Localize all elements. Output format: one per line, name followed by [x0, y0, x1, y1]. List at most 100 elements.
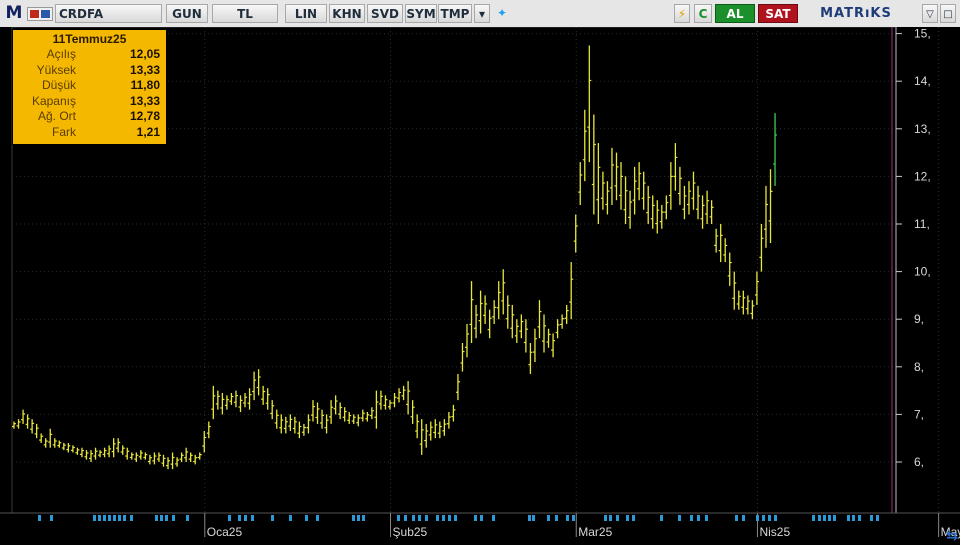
event-marker — [160, 515, 163, 521]
event-marker — [492, 515, 495, 521]
event-marker — [690, 515, 693, 521]
currency-button[interactable]: TL — [212, 4, 278, 23]
khn-button[interactable]: KHN — [329, 4, 365, 23]
event-marker — [474, 515, 477, 521]
info-row-close: Kapanış 13,33 — [13, 94, 166, 110]
info-row-high: Yüksek 13,33 — [13, 63, 166, 79]
event-marker — [697, 515, 700, 521]
x-tick-label: Mar25 — [578, 525, 612, 539]
y-tick-label: 6, — [914, 455, 924, 469]
info-value: 12,78 — [129, 109, 160, 123]
event-marker — [271, 515, 274, 521]
info-value: 12,05 — [129, 47, 160, 61]
event-marker — [604, 515, 607, 521]
event-marker — [93, 515, 96, 521]
event-marker — [555, 515, 558, 521]
event-marker — [123, 515, 126, 521]
event-marker — [98, 515, 101, 521]
event-marker — [678, 515, 681, 521]
flag-icon[interactable] — [27, 7, 53, 21]
event-marker — [626, 515, 629, 521]
brand-logo: MATRıKS — [820, 6, 892, 21]
buy-button[interactable]: AL — [715, 4, 755, 23]
event-marker — [436, 515, 439, 521]
x-axis: Oca25Şub25Mar25Nis25May25Haz25Tem25 — [0, 512, 960, 545]
y-tick-label: 10, — [914, 265, 931, 279]
event-marker — [418, 515, 421, 521]
info-label: Fark — [52, 124, 76, 139]
event-marker — [768, 515, 771, 521]
event-marker — [103, 515, 106, 521]
event-marker — [118, 515, 121, 521]
event-marker — [812, 515, 815, 521]
info-label: Açılış — [46, 47, 76, 61]
y-tick-label: 13, — [914, 122, 931, 136]
dropdown-arrow-icon[interactable]: ▾ — [474, 4, 490, 23]
event-marker — [616, 515, 619, 521]
y-tick-label: 11, — [914, 217, 930, 231]
event-marker — [705, 515, 708, 521]
info-value: 11,80 — [130, 78, 160, 92]
event-marker — [756, 515, 759, 521]
refresh-c-icon[interactable]: C — [694, 4, 712, 23]
event-marker — [442, 515, 445, 521]
app-logo[interactable]: M — [3, 4, 25, 23]
y-tick-label: 12, — [914, 169, 931, 183]
event-marker — [425, 515, 428, 521]
event-marker — [155, 515, 158, 521]
event-marker — [818, 515, 821, 521]
event-marker — [528, 515, 531, 521]
event-marker — [38, 515, 41, 521]
x-tick-label: Nis25 — [759, 525, 790, 539]
info-label: Yüksek — [36, 62, 76, 77]
event-marker — [397, 515, 400, 521]
event-marker — [172, 515, 175, 521]
event-marker — [108, 515, 111, 521]
sym-button[interactable]: SYM — [405, 4, 437, 23]
event-marker — [774, 515, 777, 521]
svd-button[interactable]: SVD — [367, 4, 403, 23]
event-marker — [823, 515, 826, 521]
info-value: 1,21 — [136, 124, 160, 139]
event-marker — [532, 515, 535, 521]
event-marker — [454, 515, 457, 521]
event-marker — [412, 515, 415, 521]
event-marker — [404, 515, 407, 521]
event-marker — [876, 515, 879, 521]
sell-button[interactable]: SAT — [758, 4, 798, 23]
event-marker — [316, 515, 319, 521]
collapse-icon[interactable]: ▽ — [922, 4, 938, 23]
event-marker — [362, 515, 365, 521]
twitter-icon[interactable]: ✦ — [492, 4, 512, 23]
tmp-button[interactable]: TMP — [438, 4, 472, 23]
info-date: 11Temmuz25 — [52, 32, 127, 46]
event-marker — [251, 515, 254, 521]
event-marker — [165, 515, 168, 521]
info-row-low: Düşük 11,80 — [13, 78, 166, 94]
event-marker — [352, 515, 355, 521]
lin-button[interactable]: LIN — [285, 4, 327, 23]
event-marker — [448, 515, 451, 521]
event-marker — [50, 515, 53, 521]
event-marker — [852, 515, 855, 521]
event-marker — [833, 515, 836, 521]
info-row-change: Fark 1,21 — [13, 125, 166, 141]
event-marker — [632, 515, 635, 521]
symbol-field[interactable]: CRDFA — [55, 4, 162, 23]
event-marker — [742, 515, 745, 521]
event-marker — [238, 515, 241, 521]
toolbar: M CRDFA GUN TL LIN KHN SVD SYM TMP ▾ ✦ ⚡… — [0, 0, 960, 28]
event-marker — [244, 515, 247, 521]
window-icon[interactable]: □ — [940, 4, 956, 23]
y-tick-label: 9, — [914, 312, 924, 326]
x-tick-label: Oca25 — [207, 525, 243, 539]
event-marker — [762, 515, 765, 521]
event-marker — [228, 515, 231, 521]
period-button[interactable]: GUN — [166, 4, 208, 23]
sync-icon[interactable]: ⇆ — [944, 528, 960, 545]
x-tick-label: Şub25 — [393, 525, 428, 539]
event-marker — [130, 515, 133, 521]
event-marker — [289, 515, 292, 521]
event-marker — [847, 515, 850, 521]
lightning-icon[interactable]: ⚡ — [674, 4, 690, 23]
